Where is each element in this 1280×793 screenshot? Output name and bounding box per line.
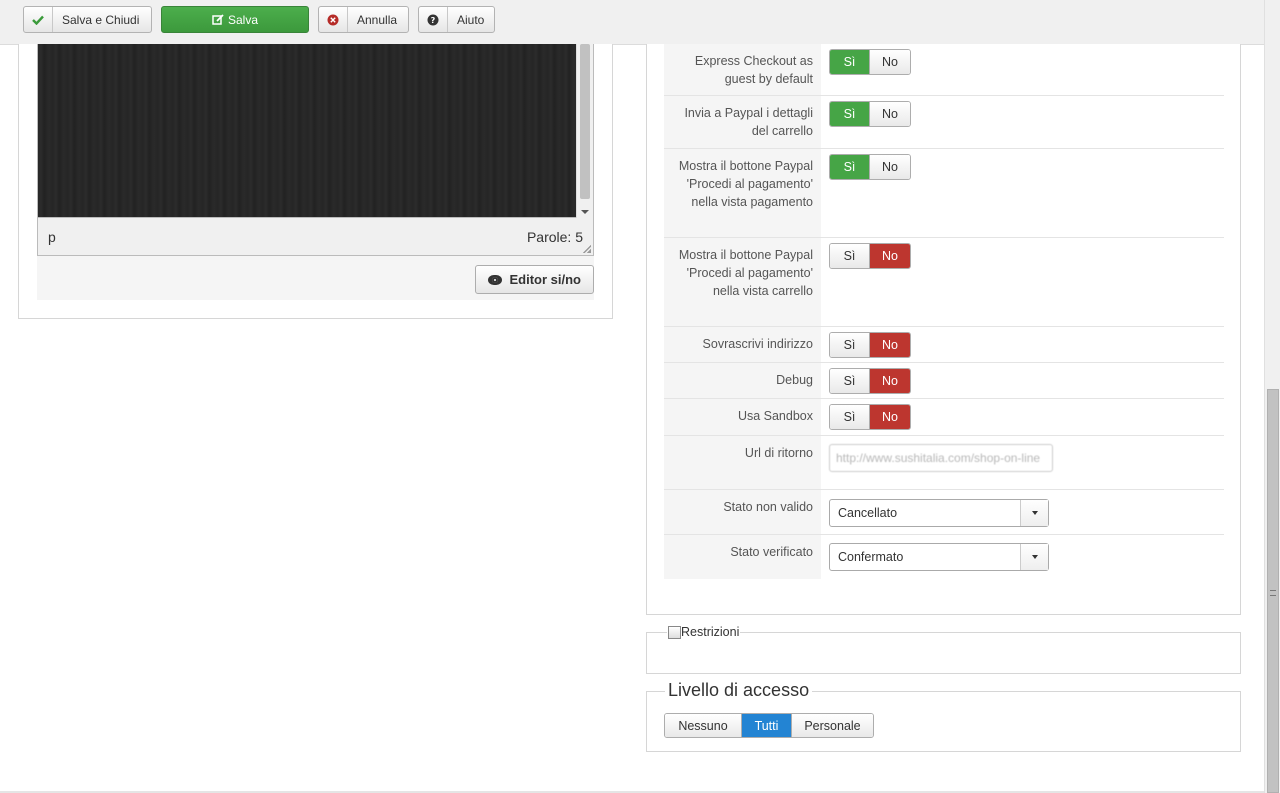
restrictions-legend: Restrizioni xyxy=(667,625,741,639)
express-checkout-toggle[interactable]: Sì No xyxy=(829,49,911,75)
cancel-button[interactable]: Annulla xyxy=(318,6,409,33)
overwrite-address-toggle[interactable]: Sì No xyxy=(829,332,911,358)
editor-content-area[interactable] xyxy=(37,44,594,218)
access-level-fieldset: Livello di accesso Nessuno Tutti Persona… xyxy=(646,680,1241,752)
show-btn-payment-toggle[interactable]: Sì No xyxy=(829,154,911,180)
editor-scrollbar[interactable] xyxy=(576,44,593,218)
debug-toggle[interactable]: Sì No xyxy=(829,368,911,394)
chevron-down-icon[interactable] xyxy=(1020,500,1048,526)
plugin-params-panel: Express Checkout as guest by default Sì … xyxy=(646,44,1241,615)
help-button[interactable]: ? Aiuto xyxy=(418,6,495,33)
editor-toggle-button[interactable]: Editor si/no xyxy=(474,265,594,294)
access-level-selector[interactable]: Nessuno Tutti Personale xyxy=(664,713,874,738)
no-option[interactable]: No xyxy=(869,155,910,179)
editor-scroll-thumb[interactable] xyxy=(580,44,590,199)
param-return-url: Url di ritorno http://www.sushitalia.com… xyxy=(664,436,1224,490)
question-icon: ? xyxy=(419,7,448,32)
param-label: Debug xyxy=(664,363,821,398)
window-scroll-thumb[interactable] xyxy=(1267,389,1279,793)
param-label: Url di ritorno xyxy=(664,436,821,489)
param-label: Mostra il bottone Paypal 'Procedi al pag… xyxy=(664,149,821,237)
param-debug: Debug Sì No xyxy=(664,363,1224,399)
yes-option[interactable]: Sì xyxy=(830,50,869,74)
param-label: Express Checkout as guest by default xyxy=(664,44,821,95)
restrictions-checkbox[interactable] xyxy=(668,625,681,639)
yes-option[interactable]: Sì xyxy=(830,405,869,429)
param-label: Stato non valido xyxy=(664,490,821,534)
cancel-icon xyxy=(319,7,348,32)
yes-option[interactable]: Sì xyxy=(830,333,869,357)
param-sandbox: Usa Sandbox Sì No xyxy=(664,399,1224,436)
return-url-input[interactable]: http://www.sushitalia.com/shop-on-line xyxy=(829,444,1053,472)
chevron-down-icon[interactable] xyxy=(1020,544,1048,570)
check-icon xyxy=(24,7,53,32)
param-verified-status: Stato verificato Confermato xyxy=(664,535,1224,579)
invalid-status-select[interactable]: Cancellato xyxy=(829,499,1049,527)
param-label: Sovrascrivi indirizzo xyxy=(664,327,821,362)
edit-icon xyxy=(212,7,228,32)
save-close-button[interactable]: Salva e Chiudi xyxy=(23,6,152,33)
no-option[interactable]: No xyxy=(869,244,910,268)
access-option-personal[interactable]: Personale xyxy=(791,714,873,737)
param-show-btn-cart: Mostra il bottone Paypal 'Procedi al pag… xyxy=(664,238,1224,327)
send-cart-toggle[interactable]: Sì No xyxy=(829,101,911,127)
no-option[interactable]: No xyxy=(869,50,910,74)
restrictions-fieldset: Restrizioni xyxy=(646,625,1241,674)
editor-status-bar: p Parole: 5 xyxy=(37,218,594,256)
param-invalid-status: Stato non valido Cancellato xyxy=(664,490,1224,535)
no-option[interactable]: No xyxy=(869,369,910,393)
show-btn-cart-toggle[interactable]: Sì No xyxy=(829,243,911,269)
no-option[interactable]: No xyxy=(869,405,910,429)
editor-element-path[interactable]: p xyxy=(48,229,56,245)
window-scrollbar[interactable] xyxy=(1264,0,1280,793)
access-option-none[interactable]: Nessuno xyxy=(665,714,741,737)
param-label: Stato verificato xyxy=(664,535,821,579)
no-option[interactable]: No xyxy=(869,102,910,126)
grip-icon xyxy=(1270,590,1276,596)
access-option-all[interactable]: Tutti xyxy=(741,714,791,737)
editor-container: p Parole: 5 Editor si/no xyxy=(37,44,594,300)
scroll-down-arrow-icon[interactable] xyxy=(581,210,589,214)
svg-text:?: ? xyxy=(431,16,436,25)
eye-icon xyxy=(487,274,502,285)
verified-status-select[interactable]: Confermato xyxy=(829,543,1049,571)
param-label: Usa Sandbox xyxy=(664,399,821,435)
save-button[interactable]: Salva xyxy=(161,6,309,33)
param-label: Invia a Paypal i dettagli del carrello xyxy=(664,96,821,148)
description-panel: p Parole: 5 Editor si/no xyxy=(18,44,613,319)
param-overwrite-address: Sovrascrivi indirizzo Sì No xyxy=(664,327,1224,363)
no-option[interactable]: No xyxy=(869,333,910,357)
param-label: Mostra il bottone Paypal 'Procedi al pag… xyxy=(664,238,821,326)
yes-option[interactable]: Sì xyxy=(830,102,869,126)
yes-option[interactable]: Sì xyxy=(830,369,869,393)
param-send-cart: Invia a Paypal i dettagli del carrello S… xyxy=(664,96,1224,149)
editor-word-count: Parole: 5 xyxy=(526,228,583,245)
yes-option[interactable]: Sì xyxy=(830,155,869,179)
sandbox-toggle[interactable]: Sì No xyxy=(829,404,911,430)
params-list: Express Checkout as guest by default Sì … xyxy=(664,44,1224,579)
toolbar: Salva e Chiudi Salva Annulla ? Aiuto xyxy=(0,0,1264,45)
access-level-title: Livello di accesso xyxy=(665,680,813,701)
param-show-btn-payment: Mostra il bottone Paypal 'Procedi al pag… xyxy=(664,149,1224,238)
param-express-checkout: Express Checkout as guest by default Sì … xyxy=(664,44,1224,96)
yes-option[interactable]: Sì xyxy=(830,244,869,268)
resize-grip-icon[interactable] xyxy=(583,245,591,253)
